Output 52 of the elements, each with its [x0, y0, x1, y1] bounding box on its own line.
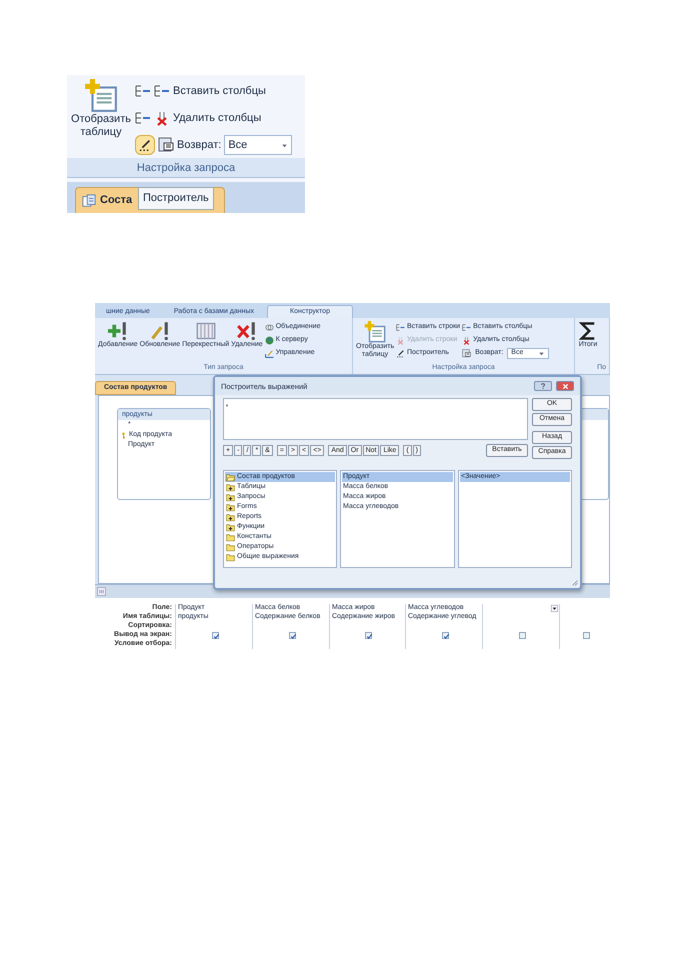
folder-plus-icon: [226, 482, 235, 492]
group-label: Настройка запроса: [67, 158, 305, 178]
grid-icon: [196, 321, 216, 341]
table-plus-icon: [84, 79, 118, 113]
show-checkbox[interactable]: [212, 632, 218, 639]
tooltip: Построитель: [138, 187, 214, 210]
dropdown-button-icon[interactable]: [550, 605, 559, 612]
return-icon: [158, 137, 174, 153]
return-icon: [462, 349, 472, 358]
show-checkbox[interactable]: [518, 632, 526, 639]
folder-plus-icon: [226, 522, 235, 532]
wand-icon: [138, 138, 152, 152]
folder-plus-icon: [226, 502, 235, 512]
insert-rows-icon: [462, 323, 472, 332]
rows-icon: [135, 110, 151, 126]
close-button[interactable]: [556, 381, 574, 391]
key-icon: [120, 432, 127, 438]
command-button[interactable]: Вставить столбцы: [135, 81, 292, 101]
rows-icon: [135, 83, 151, 99]
open-folder-icon: [226, 472, 235, 482]
folder-plus-icon: [226, 492, 235, 502]
cross-exclamation-icon: [236, 321, 257, 341]
show-checkbox[interactable]: [582, 632, 590, 639]
rings-icon: [264, 323, 274, 332]
plus-exclamation-icon: [108, 321, 128, 341]
delete-icon: [462, 336, 472, 345]
show-table-button[interactable]: Отобразить таблицу: [67, 79, 135, 158]
expression-field[interactable]: [223, 398, 528, 440]
resize-grip-icon: [570, 578, 578, 586]
command-button[interactable]: Удалить столбцы: [135, 108, 292, 128]
scroll-button-icon: [97, 587, 106, 596]
return-label: Возврат:: [177, 138, 222, 153]
dropdown-arrow-icon: [281, 142, 288, 148]
help-icon: [540, 382, 546, 390]
dropdown-arrow-icon: [538, 350, 546, 357]
builder-button[interactable]: [135, 135, 155, 155]
show-checkbox[interactable]: [365, 632, 372, 639]
query-icon: [82, 194, 96, 208]
folder-plus-icon: [226, 512, 235, 522]
pen-ruler-icon: [264, 349, 274, 358]
close-icon: [562, 382, 568, 390]
insert-rows-icon: [396, 323, 405, 332]
wand-icon: [396, 349, 405, 358]
show-checkbox[interactable]: [288, 632, 296, 639]
help-button[interactable]: [534, 381, 552, 391]
pencil-exclamation-icon: [150, 321, 170, 341]
column-icon: [154, 83, 170, 99]
return-dropdown[interactable]: Все: [224, 135, 292, 155]
table-plus-icon: [364, 321, 386, 343]
delete-icon: [396, 336, 405, 345]
show-checkbox[interactable]: [442, 632, 448, 639]
globe-icon: [264, 336, 274, 345]
